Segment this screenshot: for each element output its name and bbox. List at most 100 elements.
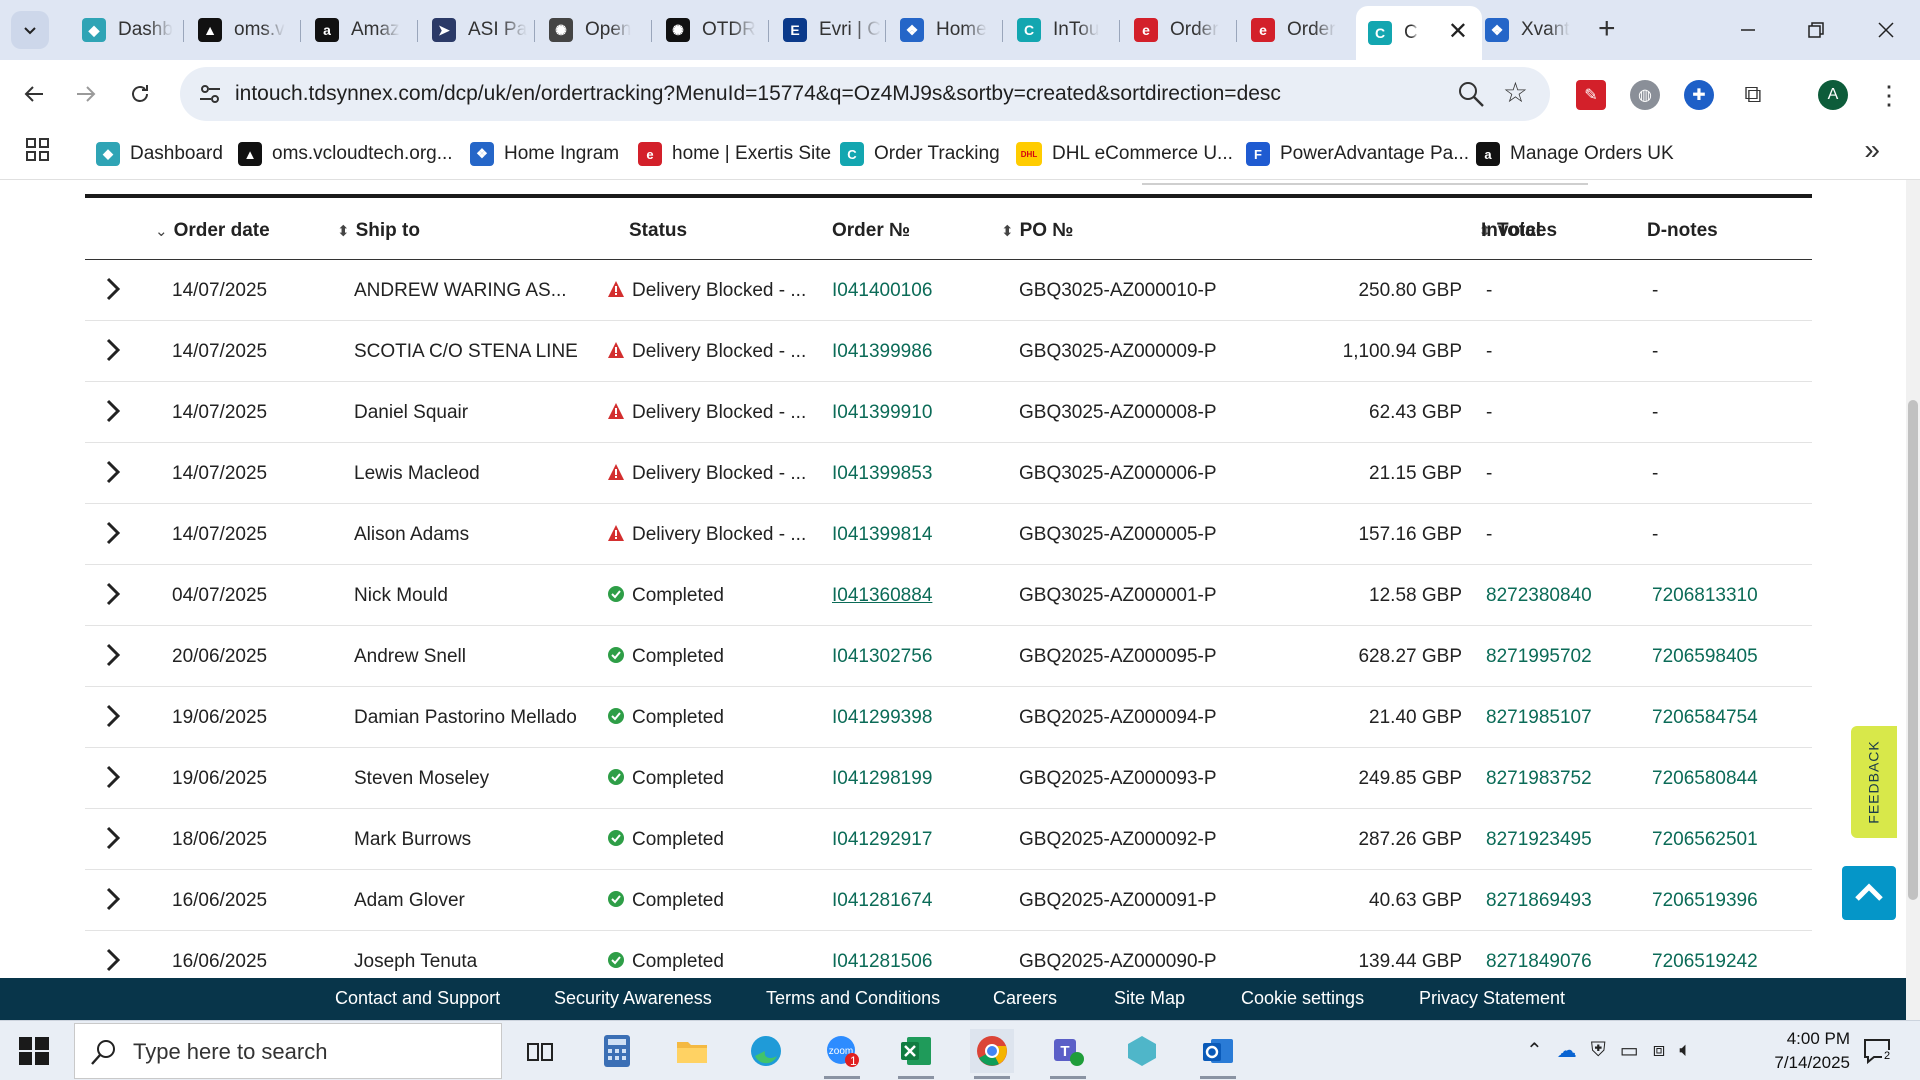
table-row[interactable]: 18/06/2025 Mark Burrows I041292917 GBQ2025-… (85, 809, 1812, 870)
notification-center[interactable]: 2 (1862, 1037, 1893, 1065)
order-number-link[interactable]: I041360884 (832, 585, 932, 607)
bookmark-item[interactable]: C Order Tracking (840, 138, 1000, 170)
footer-link[interactable]: Careers (993, 988, 1057, 1009)
tray-overflow-icon[interactable]: ⌃ (1526, 1038, 1543, 1063)
hub-extension-icon[interactable]: ✚ (1684, 80, 1714, 110)
network-icon[interactable]: ⧈ (1653, 1039, 1666, 1062)
invoice-link[interactable]: 8271849076 (1486, 951, 1592, 973)
bookmark-item[interactable]: DHL DHL eCommerce U... (1016, 138, 1233, 170)
order-number-link[interactable]: I041302756 (832, 646, 932, 668)
expand-row-icon[interactable] (97, 884, 127, 914)
dnote-link[interactable]: 7206598405 (1652, 646, 1758, 668)
globe-extension-icon[interactable]: ◍ (1630, 80, 1660, 110)
table-row[interactable]: 20/06/2025 Andrew Snell I041302756 GBQ2025-… (85, 626, 1812, 687)
taskbar-search-input[interactable]: Type here to search (74, 1023, 502, 1079)
expand-row-icon[interactable] (97, 335, 127, 365)
expand-row-icon[interactable] (97, 823, 127, 853)
extensions-puzzle-icon[interactable]: ⧉ (1738, 80, 1768, 110)
browser-tab[interactable]: C InTou (1005, 10, 1115, 50)
browser-tab[interactable]: ▲ oms.v (186, 10, 296, 50)
dnote-link[interactable]: 7206562501 (1652, 829, 1758, 851)
task-view-icon[interactable] (518, 1029, 562, 1073)
restore-button[interactable] (1796, 12, 1836, 48)
windows-start-icon[interactable] (18, 1035, 50, 1067)
more-bookmarks-icon[interactable]: » (1864, 134, 1880, 166)
browser-tab[interactable]: ❖ Xvant (1473, 10, 1583, 50)
invoice-link[interactable]: 8272380840 (1486, 585, 1592, 607)
zoom-icon[interactable] (1456, 79, 1486, 109)
dnote-link[interactable]: 7206519396 (1652, 890, 1758, 912)
file-explorer-icon[interactable] (670, 1029, 714, 1073)
browser-tab[interactable]: E Evri | C (771, 10, 881, 50)
col-order-date[interactable]: ⌄ Order date (155, 220, 270, 242)
order-number-link[interactable]: I041399814 (832, 524, 932, 546)
security-icon[interactable]: ⛨ (1591, 1039, 1606, 1062)
battery-icon[interactable]: ▭ (1620, 1038, 1639, 1063)
expand-row-icon[interactable] (97, 945, 127, 975)
browser-menu-icon[interactable]: ⋮ (1876, 78, 1902, 112)
footer-link[interactable]: Terms and Conditions (766, 988, 940, 1009)
scroll-to-top-button[interactable] (1842, 866, 1896, 920)
browser-tab[interactable]: ✺ Open (537, 10, 647, 50)
scrollbar-thumb[interactable] (1908, 400, 1918, 900)
new-tab-button[interactable]: + (1598, 14, 1616, 44)
order-number-link[interactable]: I041298199 (832, 768, 932, 790)
zoom-app-icon[interactable]: zoom 1 (820, 1029, 864, 1079)
taskbar-clock[interactable]: 4:00 PM 7/14/2025 (1740, 1027, 1850, 1075)
pdf-extension-icon[interactable]: ✎ (1576, 80, 1606, 110)
expand-row-icon[interactable] (97, 396, 127, 426)
order-number-link[interactable]: I041399910 (832, 402, 932, 424)
table-row[interactable]: 16/06/2025 Adam Glover I041281674 GBQ2025-A… (85, 870, 1812, 931)
bookmark-item[interactable]: ▲ oms.vcloudtech.org... (238, 138, 453, 170)
browser-tab[interactable]: e Order (1239, 10, 1349, 50)
table-row[interactable]: 14/07/2025 ANDREW WARING AS... I041400106 G… (85, 260, 1812, 321)
expand-row-icon[interactable] (97, 457, 127, 487)
invoice-link[interactable]: 8271923495 (1486, 829, 1592, 851)
hex-app-icon[interactable] (1120, 1029, 1164, 1073)
outlook-app-icon[interactable] (1196, 1029, 1240, 1079)
expand-row-icon[interactable] (97, 640, 127, 670)
dnote-link[interactable]: 7206813310 (1652, 585, 1758, 607)
expand-row-icon[interactable] (97, 518, 127, 548)
invoice-link[interactable]: 8271983752 (1486, 768, 1592, 790)
bookmark-item[interactable]: a Manage Orders UK (1476, 138, 1674, 170)
order-number-link[interactable]: I041281674 (832, 890, 932, 912)
minimize-button[interactable] (1728, 12, 1768, 48)
order-number-link[interactable]: I041399853 (832, 463, 932, 485)
table-row[interactable]: 14/07/2025 Lewis Macleod I041399853 GBQ3025… (85, 443, 1812, 504)
edge-browser-icon[interactable] (744, 1029, 788, 1073)
footer-link[interactable]: Contact and Support (335, 988, 500, 1009)
browser-tab[interactable]: C C ✕ (1356, 6, 1482, 60)
invoice-link[interactable]: 8271985107 (1486, 707, 1592, 729)
invoice-link[interactable]: 8271869493 (1486, 890, 1592, 912)
bookmark-item[interactable]: F PowerAdvantage Pa... (1246, 138, 1469, 170)
site-settings-icon[interactable] (196, 80, 224, 108)
table-row[interactable]: 04/07/2025 Nick Mould I041360884 GBQ3025-AZ… (85, 565, 1812, 626)
browser-tab[interactable]: ◆ Dashb (70, 10, 180, 50)
vertical-scrollbar[interactable] (1906, 180, 1920, 1020)
footer-link[interactable]: Security Awareness (554, 988, 712, 1009)
dnote-link[interactable]: 7206580844 (1652, 768, 1758, 790)
order-number-link[interactable]: I041399986 (832, 341, 932, 363)
browser-tab[interactable]: ❖ Home (888, 10, 998, 50)
col-po-no[interactable]: ⬍ PO № (1001, 220, 1074, 242)
dnote-link[interactable]: 7206519242 (1652, 951, 1758, 973)
table-row[interactable]: 19/06/2025 Steven Moseley I041298199 GBQ202… (85, 748, 1812, 809)
footer-link[interactable]: Site Map (1114, 988, 1185, 1009)
order-number-link[interactable]: I041299398 (832, 707, 932, 729)
bookmark-item[interactable]: e home | Exertis Site (638, 138, 831, 170)
excel-app-icon[interactable] (894, 1029, 938, 1079)
order-number-link[interactable]: I041400106 (832, 280, 932, 302)
browser-tab[interactable]: a Amaz (303, 10, 413, 50)
forward-button[interactable] (66, 74, 106, 114)
tab-search-button[interactable] (11, 11, 49, 49)
close-window-button[interactable] (1866, 12, 1906, 48)
apps-grid-icon[interactable] (26, 138, 50, 162)
feedback-tab[interactable]: FEEDBACK (1851, 726, 1897, 838)
bookmark-item[interactable]: ◆ Dashboard (96, 138, 223, 170)
volume-icon[interactable]: 🔈︎ (1679, 1039, 1691, 1062)
col-ship-to[interactable]: ⬍ Ship to (337, 220, 420, 242)
expand-row-icon[interactable] (97, 274, 127, 304)
browser-tab[interactable]: ✺ OTDR (654, 10, 764, 50)
table-row[interactable]: 14/07/2025 Alison Adams I041399814 GBQ3025-… (85, 504, 1812, 565)
